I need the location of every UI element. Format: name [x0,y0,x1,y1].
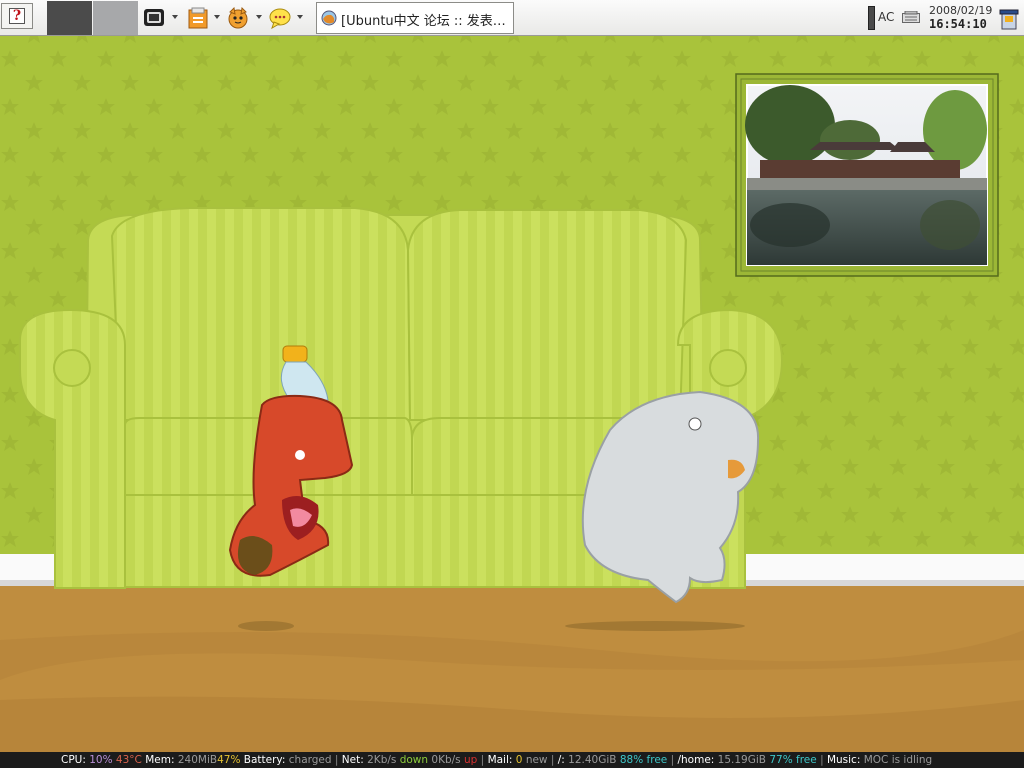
net-label: Net: [341,754,364,766]
workspace-1[interactable] [47,1,92,35]
separator: | [670,754,675,766]
home-fs-free-pct: 77% [769,754,793,766]
conky-status-bar: CPU: 10% 43°C Mem: 240MiB47% Battery: ch… [0,752,1024,768]
terminal-dropdown-icon[interactable] [172,15,178,19]
cpu-usage: 10% [89,754,113,766]
main-menu-button[interactable]: ? [1,3,33,29]
root-fs-label: /: [557,754,565,766]
net-down-label: down [399,754,429,766]
mail-new-label: new [525,754,548,766]
separator: | [480,754,485,766]
cpu-temp: 43°C [115,754,142,766]
battery-label: Battery: [243,754,286,766]
mail-label: Mail: [487,754,513,766]
cpu-label: CPU: [61,754,86,766]
wallpaper [0,36,1024,752]
separator: | [334,754,339,766]
taskbar-window-button[interactable]: [Ubuntu中文 论坛 :: 发表… [316,2,514,34]
top-panel: ? [Ubuntu中文 论坛 :: 发表… AC 2008/02/19 16:5… [0,0,1024,36]
battery-state: charged [288,754,332,766]
clock-date[interactable]: 2008/02/19 [929,4,992,17]
net-down-rate: 2Kb/s [367,754,397,766]
text-editor-icon[interactable] [186,6,210,30]
root-fs-size: 12.40GiB [568,754,617,766]
separator: | [820,754,824,766]
music-label: Music: [826,754,861,766]
net-up-rate: 0Kb/s [431,754,461,766]
editor-dropdown-icon[interactable] [214,15,220,19]
root-fs-free-pct: 88% [619,754,644,766]
wall-photo [735,73,999,277]
firefox-icon[interactable] [226,6,250,30]
root-fs-free-label: free [646,754,668,766]
trash-icon[interactable] [999,8,1019,30]
battery-icon [868,6,875,30]
help-menu-icon: ? [9,8,25,24]
home-fs-free-label: free [796,754,817,766]
mem-label: Mem: [145,754,175,766]
chat-dropdown-icon[interactable] [297,15,303,19]
mem-used: 240MiB [177,754,218,766]
clock-time[interactable]: 16:54:10 [929,17,987,31]
home-fs-label: /home: [677,754,715,766]
firefox-dropdown-icon[interactable] [256,15,262,19]
terminal-icon[interactable] [142,6,166,30]
music-state: MOC is idling [863,754,933,766]
power-source-label: AC [878,10,895,24]
mem-percent: 47% [217,754,241,766]
desktop[interactable] [0,36,1024,752]
window-title: [Ubuntu中文 论坛 :: 发表… [341,14,506,29]
chat-icon[interactable] [268,6,292,30]
keyboard-icon[interactable] [902,11,920,23]
net-up-label: up [464,754,478,766]
home-fs-size: 15.19GiB [717,754,766,766]
separator: | [550,754,555,766]
workspace-2[interactable] [93,1,138,35]
mail-count: 0 [515,754,523,766]
firefox-small-icon [321,10,337,26]
